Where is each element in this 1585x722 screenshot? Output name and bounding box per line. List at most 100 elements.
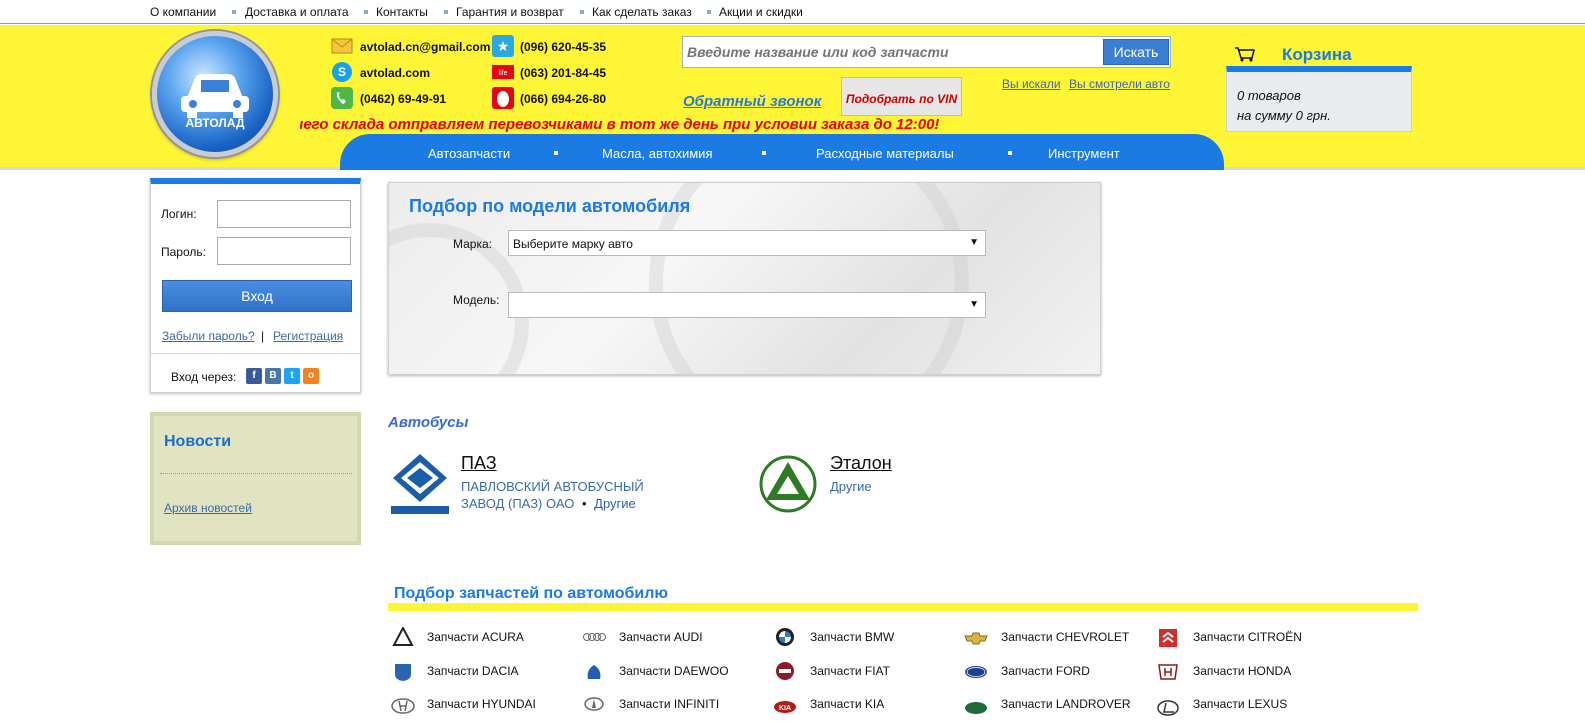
category-consumables[interactable]: Расходные материалы xyxy=(816,146,954,161)
nav-delivery[interactable]: Доставка и оплата xyxy=(245,5,349,19)
parts-lexus-link[interactable]: Запчасти LEXUS xyxy=(1193,697,1287,711)
vin-search-button[interactable]: Подобрать по VIN xyxy=(841,77,962,116)
nav-contacts[interactable]: Контакты xyxy=(376,5,428,19)
parts-landrover-link[interactable]: Запчасти LANDROVER xyxy=(1001,697,1131,711)
hyundai-logo-icon xyxy=(391,698,415,714)
paz-other-link[interactable]: Другие xyxy=(594,496,636,511)
parts-daewoo-link[interactable]: Запчасти DAEWOO xyxy=(619,664,729,678)
model-label: Модель: xyxy=(453,293,500,307)
search-input[interactable] xyxy=(687,41,1099,63)
category-separator xyxy=(1008,151,1012,155)
model-select[interactable]: ▼ xyxy=(508,292,986,318)
brand-etalon-link[interactable]: Эталон xyxy=(830,453,892,474)
cart-icon[interactable] xyxy=(1234,46,1256,62)
skype-icon: S xyxy=(332,62,352,82)
mts-egg-icon xyxy=(492,87,514,109)
vkontakte-icon[interactable]: B xyxy=(265,368,281,384)
brand-select[interactable]: Выберите марку авто ▼ xyxy=(508,230,986,256)
password-input[interactable] xyxy=(217,237,351,265)
category-tools[interactable]: Инструмент xyxy=(1048,146,1120,161)
lexus-logo-icon xyxy=(1157,700,1179,716)
car-model-selector: Подбор по модели автомобиля Марка: Выбер… xyxy=(388,182,1101,375)
etalon-other-link[interactable]: Другие xyxy=(830,478,872,495)
info-ticker: шего склада отправляем перевозчиками в т… xyxy=(300,116,960,133)
nav-separator xyxy=(580,10,584,14)
login-button[interactable]: Вход xyxy=(162,280,352,312)
news-archive-link[interactable]: Архив новостей xyxy=(164,501,252,515)
contact-phone-kyivstar[interactable]: (096) 620-45-35 xyxy=(520,40,606,54)
contact-skype[interactable]: avtolad.com xyxy=(360,66,430,80)
viewed-cars-link[interactable]: Вы смотрели авто xyxy=(1069,77,1170,91)
search-box: Искать xyxy=(682,36,1171,68)
parts-dacia-link[interactable]: Запчасти DACIA xyxy=(427,664,519,678)
nav-warranty[interactable]: Гарантия и возврат xyxy=(456,5,564,19)
contact-email[interactable]: avtolad.cn@gmail.com xyxy=(360,40,490,54)
category-separator xyxy=(554,151,558,155)
nav-separator xyxy=(707,10,711,14)
acura-logo-icon xyxy=(392,627,414,646)
landrover-logo-icon xyxy=(965,702,987,714)
mts-icon: life xyxy=(492,65,514,79)
password-label: Пароль: xyxy=(161,245,206,259)
forgot-password-link[interactable]: Забыли пароль? xyxy=(162,329,255,343)
register-link[interactable]: Регистрация xyxy=(273,329,343,343)
svg-text:KIA: KIA xyxy=(779,705,791,712)
parts-ford-link[interactable]: Запчасти FORD xyxy=(1001,664,1090,678)
etalon-logo-icon[interactable] xyxy=(759,454,817,514)
login-panel: Логин: Пароль: Вход Забыли пароль? | Рег… xyxy=(150,178,361,393)
brand-paz-description: ПАВЛОВСКИЙ АВТОБУСНЫЙ ЗАВОД (ПАЗ) ОАО • … xyxy=(461,478,661,512)
parts-infiniti-link[interactable]: Запчасти INFINITI xyxy=(619,697,719,711)
parts-bmw-link[interactable]: Запчасти BMW xyxy=(810,630,894,644)
phone-icon xyxy=(331,87,353,109)
contact-phone-life[interactable]: (066) 694-26-80 xyxy=(520,92,606,106)
nav-how-to-order[interactable]: Как сделать заказ xyxy=(592,5,692,19)
dropdown-arrow-icon: ▼ xyxy=(969,237,979,248)
nav-separator xyxy=(364,10,368,14)
news-divider xyxy=(160,473,352,474)
ford-logo-icon xyxy=(965,666,987,678)
nav-separator xyxy=(232,10,236,14)
parts-honda-link[interactable]: Запчасти HONDA xyxy=(1193,664,1291,678)
search-button[interactable]: Искать xyxy=(1103,39,1169,65)
login-label: Логин: xyxy=(161,207,197,221)
parts-by-car-heading: Подбор запчастей по автомобилю xyxy=(394,585,669,602)
parts-hyundai-link[interactable]: Запчасти HYUNDAI xyxy=(427,697,536,711)
background-decoration xyxy=(649,183,969,374)
honda-logo-icon xyxy=(1158,664,1178,680)
parts-kia-link[interactable]: Запчасти KIA xyxy=(810,697,884,711)
contact-phone-mts[interactable]: (063) 201-84-45 xyxy=(520,66,606,80)
login-input[interactable] xyxy=(217,200,351,228)
top-navigation: О компании Доставка и оплата Контакты Га… xyxy=(0,0,1585,24)
bullet: • xyxy=(581,496,587,511)
links-separator: | xyxy=(261,329,265,343)
callback-link[interactable]: Обратный звонок xyxy=(683,93,821,110)
car-wrench-icon xyxy=(181,74,249,118)
odnoklassniki-icon[interactable]: o xyxy=(303,368,319,384)
cart-box[interactable]: 0 товаров на сумму 0 грн. xyxy=(1226,66,1412,132)
brand-paz-link[interactable]: ПАЗ xyxy=(461,453,497,474)
selector-title: Подбор по модели автомобиля xyxy=(409,196,691,216)
category-menu: Автозапчасти Масла, автохимия Расходные … xyxy=(340,134,1224,170)
searched-history-link[interactable]: Вы искали xyxy=(1002,77,1061,91)
bmw-logo-icon xyxy=(776,628,794,646)
parts-citroen-link[interactable]: Запчасти CITROËN xyxy=(1193,630,1302,644)
contact-phone-city[interactable]: (0462) 69-49-91 xyxy=(360,92,446,106)
buses-heading: Автобусы xyxy=(388,414,469,431)
nav-about[interactable]: О компании xyxy=(150,5,216,19)
parts-audi-link[interactable]: Запчасти AUDI xyxy=(619,630,703,644)
twitter-icon[interactable]: t xyxy=(284,368,300,384)
cart-title[interactable]: Корзина xyxy=(1282,45,1352,65)
kyivstar-icon: ★ xyxy=(492,35,514,57)
parts-chevrolet-link[interactable]: Запчасти CHEVROLET xyxy=(1001,630,1129,644)
facebook-icon[interactable]: f xyxy=(246,368,262,384)
category-separator xyxy=(762,151,766,155)
site-logo[interactable]: АВТОЛАД xyxy=(152,31,278,157)
category-auto-parts[interactable]: Автозапчасти xyxy=(428,146,510,161)
parts-acura-link[interactable]: Запчасти ACURA xyxy=(427,630,524,644)
parts-fiat-link[interactable]: Запчасти FIAT xyxy=(810,664,890,678)
paz-logo-icon[interactable] xyxy=(389,452,451,514)
ticker-text: шего склада отправляем перевозчиками в т… xyxy=(300,116,940,133)
category-oils[interactable]: Масла, автохимия xyxy=(602,146,713,161)
daewoo-logo-icon xyxy=(587,665,601,679)
nav-promotions[interactable]: Акции и скидки xyxy=(719,5,803,19)
